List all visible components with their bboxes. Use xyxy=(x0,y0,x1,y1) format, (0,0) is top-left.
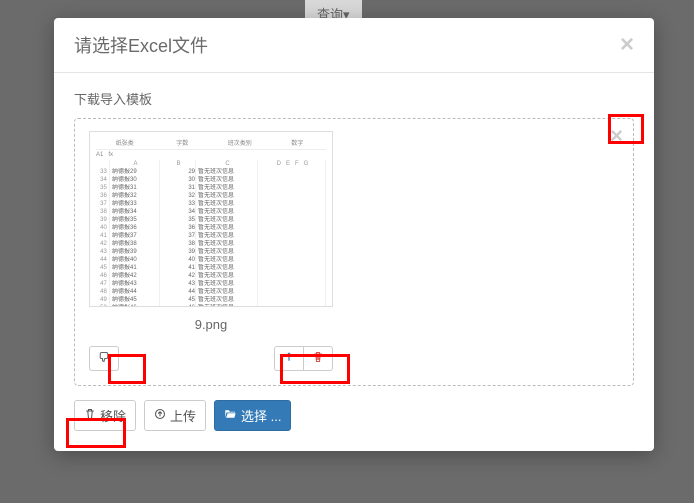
folder-open-icon xyxy=(224,408,237,423)
remove-button[interactable]: 移除 xyxy=(74,400,136,431)
reject-button[interactable] xyxy=(89,346,119,371)
sheet-header: 数字 xyxy=(269,138,327,147)
file-name: 9.png xyxy=(89,307,333,342)
sheet-grid: 333435363738394041424344454647484950A纳德报… xyxy=(96,160,326,307)
footer-buttons: 移除 上传 选择 ... xyxy=(74,400,634,431)
upload-button[interactable]: 上传 xyxy=(144,400,206,431)
sheet-header: 班次类别 xyxy=(211,138,269,147)
select-button[interactable]: 选择 ... xyxy=(214,400,291,431)
sheet-header: 字数 xyxy=(154,138,212,147)
sheet-header: 纸张类 xyxy=(96,138,154,147)
close-icon[interactable]: × xyxy=(620,33,634,57)
upload-icon xyxy=(283,351,295,366)
trash-icon xyxy=(312,351,324,366)
modal-body: 下载导入模板 × 纸张类 字数 班次类别 数字 A1 fx 3334353637… xyxy=(54,73,654,451)
sheet-tab-headers: 纸张类 字数 班次类别 数字 xyxy=(96,138,326,150)
upload-file-button[interactable] xyxy=(274,346,304,371)
select-label: 选择 ... xyxy=(241,406,281,425)
file-card: 纸张类 字数 班次类别 数字 A1 fx 3334353637383940414… xyxy=(89,131,333,371)
file-thumbnail: 纸张类 字数 班次类别 数字 A1 fx 3334353637383940414… xyxy=(89,131,333,307)
thumbs-down-icon xyxy=(98,351,110,366)
formula-bar: A1 fx xyxy=(96,152,326,158)
remove-label: 移除 xyxy=(100,406,126,425)
upload-label: 上传 xyxy=(170,406,196,425)
card-close-icon[interactable]: × xyxy=(610,125,623,147)
file-actions xyxy=(89,346,333,371)
modal-header: 请选择Excel文件 × xyxy=(54,18,654,73)
file-button-group xyxy=(274,346,333,371)
upload-circle-icon xyxy=(154,408,166,423)
upload-area: × 纸张类 字数 班次类别 数字 A1 fx 33343536373839404… xyxy=(74,118,634,386)
excel-select-modal: 请选择Excel文件 × 下载导入模板 × 纸张类 字数 班次类别 数字 A1 … xyxy=(54,18,654,451)
delete-file-button[interactable] xyxy=(303,346,333,371)
download-template-link[interactable]: 下载导入模板 xyxy=(74,89,152,108)
modal-title: 请选择Excel文件 xyxy=(74,32,208,58)
trash-icon xyxy=(84,408,96,423)
